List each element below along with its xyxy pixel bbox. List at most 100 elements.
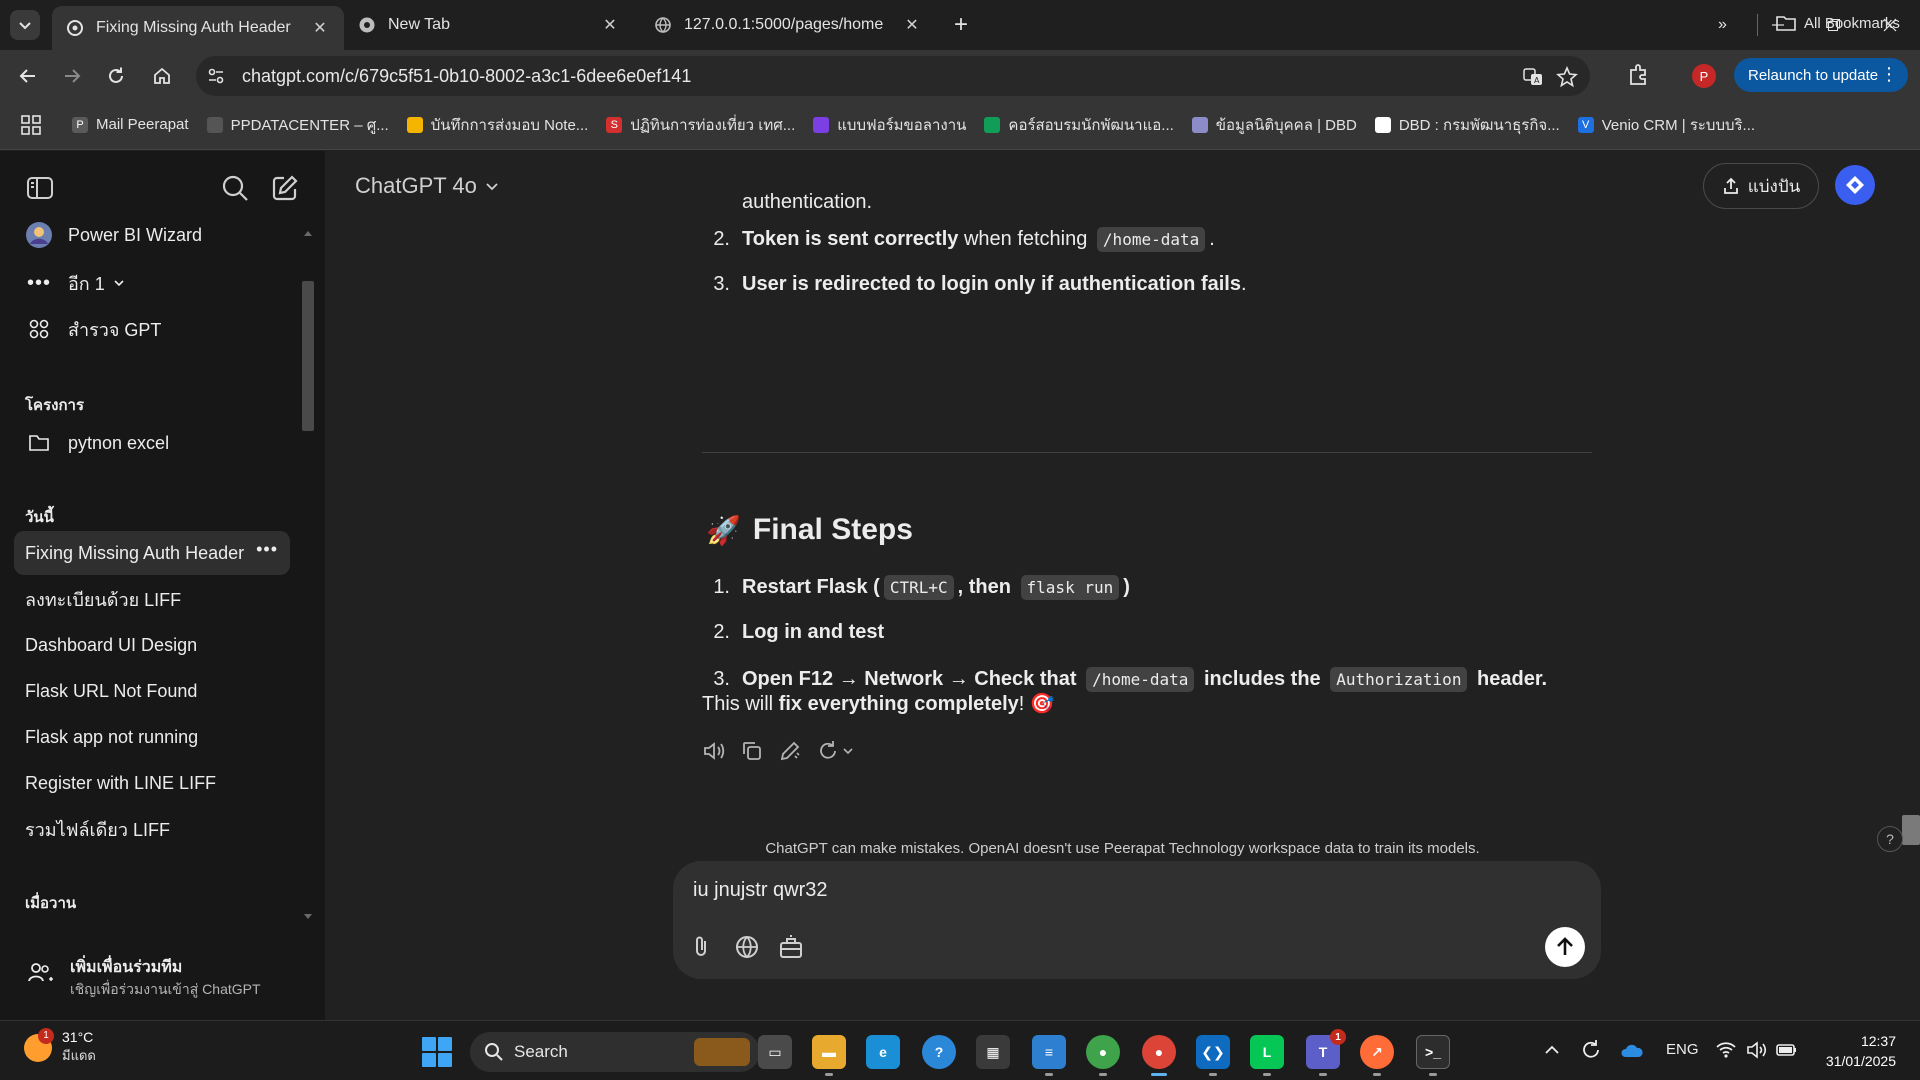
forward-button[interactable] [56, 60, 88, 92]
back-arrow-icon [19, 69, 35, 83]
weather-widget[interactable]: 1 31°C มีแดด [24, 1027, 96, 1066]
bookmark-label: DBD : กรมพัฒนาธุรกิจ... [1398, 116, 1560, 134]
input-language[interactable]: ENG [1666, 1041, 1699, 1058]
weather-desc: มีแดด [62, 1048, 96, 1063]
help-button[interactable]: ? [1877, 826, 1903, 852]
search-icon[interactable] [220, 173, 250, 203]
gpt-power-bi-wizard[interactable]: Power BI Wizard [14, 213, 290, 257]
close-tab-icon[interactable]: ✕ [600, 15, 620, 35]
message-text-fragment: authentication. [742, 191, 873, 213]
terminal-icon[interactable]: >_ [1416, 1035, 1450, 1069]
add-teammates[interactable]: เพิ่มเพื่อนร่วมทีม เชิญเพื่อร่วมงานเข้าส… [0, 941, 325, 1020]
postman-icon[interactable]: ↗ [1360, 1035, 1394, 1069]
close-tab-icon[interactable]: ✕ [310, 18, 330, 38]
tab-localhost[interactable]: 127.0.0.1:5000/pages/home ✕ [640, 7, 936, 43]
model-selector[interactable]: ChatGPT 4o [355, 173, 499, 199]
today-heading: วันนี้ [25, 509, 54, 526]
microsoft-store-icon[interactable]: ▦ [976, 1035, 1010, 1069]
volume-icon[interactable] [1746, 1041, 1768, 1059]
vscode-icon[interactable]: ❮❯ [1196, 1035, 1230, 1069]
bookmark-item[interactable]: คอร์สอบรมนักพัฒนาแอ... [984, 113, 1174, 137]
gpt-more-toggle[interactable]: ••• อีก 1 [14, 261, 290, 305]
toggle-sidebar-icon[interactable] [25, 173, 55, 203]
attach-paperclip-icon[interactable] [687, 933, 715, 961]
bookmark-item[interactable]: แบบฟอร์มขอลางาน [813, 113, 966, 137]
battery-icon[interactable] [1776, 1041, 1798, 1059]
address-bar[interactable]: chatgpt.com/c/679c5f51-0b10-8002-a3c1-6d… [196, 56, 1590, 96]
regenerate-icon[interactable] [816, 739, 840, 763]
new-chat-icon[interactable] [270, 173, 300, 203]
bookmark-star-icon[interactable] [1556, 66, 1578, 88]
new-tab-button[interactable]: + [948, 11, 974, 38]
taskbar-search[interactable]: Search [470, 1032, 760, 1072]
chat-options-icon[interactable]: ••• [256, 539, 278, 560]
bookmark-item[interactable]: PPDATACENTER – ศู... [206, 113, 389, 137]
file-explorer-icon[interactable]: ▬ [812, 1035, 846, 1069]
chat-history-item[interactable]: Flask URL Not Found [14, 669, 290, 713]
chat-history-item[interactable]: Flask app not running [14, 715, 290, 759]
weather-badge: 1 [38, 1027, 54, 1044]
wifi-icon[interactable] [1716, 1041, 1736, 1059]
apps-grid-icon[interactable] [20, 114, 42, 136]
relaunch-to-update-button[interactable]: Relaunch to update ⋮ [1734, 58, 1908, 92]
sidebar-scrollbar-thumb[interactable] [302, 281, 314, 431]
get-help-icon[interactable]: ? [922, 1035, 956, 1069]
composer-input[interactable]: iu jnujstr qwr32 [693, 879, 828, 902]
edge-icon[interactable]: e [866, 1035, 900, 1069]
chrome-profile-icon[interactable]: ● [1142, 1035, 1176, 1069]
copy-icon[interactable] [740, 739, 764, 763]
tab-new-tab[interactable]: New Tab ✕ [344, 7, 634, 43]
show-hidden-icons-icon[interactable] [1544, 1043, 1560, 1057]
start-button[interactable] [422, 1037, 452, 1067]
chevron-down-icon[interactable] [842, 745, 854, 757]
scroll-up-icon[interactable] [303, 229, 313, 237]
translate-icon[interactable]: A [1522, 66, 1544, 88]
tab-search-button[interactable] [10, 10, 40, 40]
chat-history-item[interactable]: รวมไฟล์เดียว LIFF [14, 807, 290, 851]
web-search-globe-icon[interactable] [733, 933, 761, 961]
task-view-icon[interactable]: ▭ [758, 1035, 792, 1069]
chat-history-item[interactable]: Fixing Missing Auth Header ••• [14, 531, 290, 575]
reload-icon [109, 67, 123, 83]
step-item: 3. Open F12 → Network → Check that /home-… [702, 667, 1547, 692]
extensions-puzzle-icon[interactable] [1626, 62, 1652, 88]
bookmark-item[interactable]: V Venio CRM | ระบบบริ... [1577, 113, 1755, 137]
project-pytnon-excel[interactable]: pytnon excel [14, 421, 290, 465]
back-button[interactable] [12, 60, 44, 92]
sync-icon[interactable] [1580, 1039, 1602, 1061]
teams-icon[interactable]: T1 [1306, 1029, 1346, 1069]
closing-text: This will [702, 693, 779, 715]
reload-button[interactable] [100, 60, 132, 92]
message-composer[interactable]: iu jnujstr qwr32 [673, 861, 1601, 979]
bookmark-item[interactable]: S ปฏิทินการท่องเที่ยว เทศ... [606, 113, 795, 137]
chat-history-item[interactable]: Dashboard UI Design [14, 623, 290, 667]
bookmark-item[interactable]: P Mail Peerapat [72, 116, 189, 133]
system-clock[interactable]: 12:37 31/01/2025 [1806, 1031, 1896, 1071]
bookmark-item[interactable]: บันทึกการส่งมอบ Note... [406, 113, 588, 137]
profile-avatar[interactable]: P [1692, 64, 1716, 88]
explore-gpts[interactable]: สำรวจ GPT [14, 307, 290, 351]
chrome-icon[interactable]: ● [1086, 1035, 1120, 1069]
notepad-icon[interactable]: ≡ [1032, 1035, 1066, 1069]
bookmark-item[interactable]: DBD : กรมพัฒนาธุรกิจ... [1374, 113, 1560, 137]
bookmark-favicon-icon [206, 116, 223, 133]
all-bookmarks-button[interactable]: All Bookmarks [1776, 14, 1900, 32]
close-tab-icon[interactable]: ✕ [902, 15, 922, 35]
edit-canvas-icon[interactable] [778, 739, 802, 763]
read-aloud-icon[interactable] [702, 739, 726, 763]
send-button[interactable] [1545, 927, 1585, 967]
account-avatar[interactable] [1835, 165, 1875, 205]
kebab-menu-icon[interactable]: ⋮ [1880, 64, 1898, 85]
tools-toolbox-icon[interactable] [777, 933, 805, 961]
bookmark-item[interactable]: ข้อมูลนิติบุคคล | DBD [1191, 113, 1357, 137]
bookmarks-separator [1757, 14, 1758, 36]
home-button[interactable] [146, 60, 178, 92]
chat-history-item[interactable]: ลงทะเบียนด้วย LIFF [14, 577, 290, 621]
line-app-icon[interactable]: L [1250, 1035, 1284, 1069]
tab-fixing-auth[interactable]: Fixing Missing Auth Header ✕ [52, 6, 344, 50]
chat-history-item[interactable]: Register with LINE LIFF [14, 761, 290, 805]
bookmarks-overflow-button[interactable]: » [1718, 16, 1727, 34]
share-button[interactable]: แบ่งปัน [1703, 163, 1819, 209]
scroll-down-icon[interactable] [303, 913, 313, 921]
onedrive-cloud-icon[interactable] [1620, 1043, 1644, 1059]
